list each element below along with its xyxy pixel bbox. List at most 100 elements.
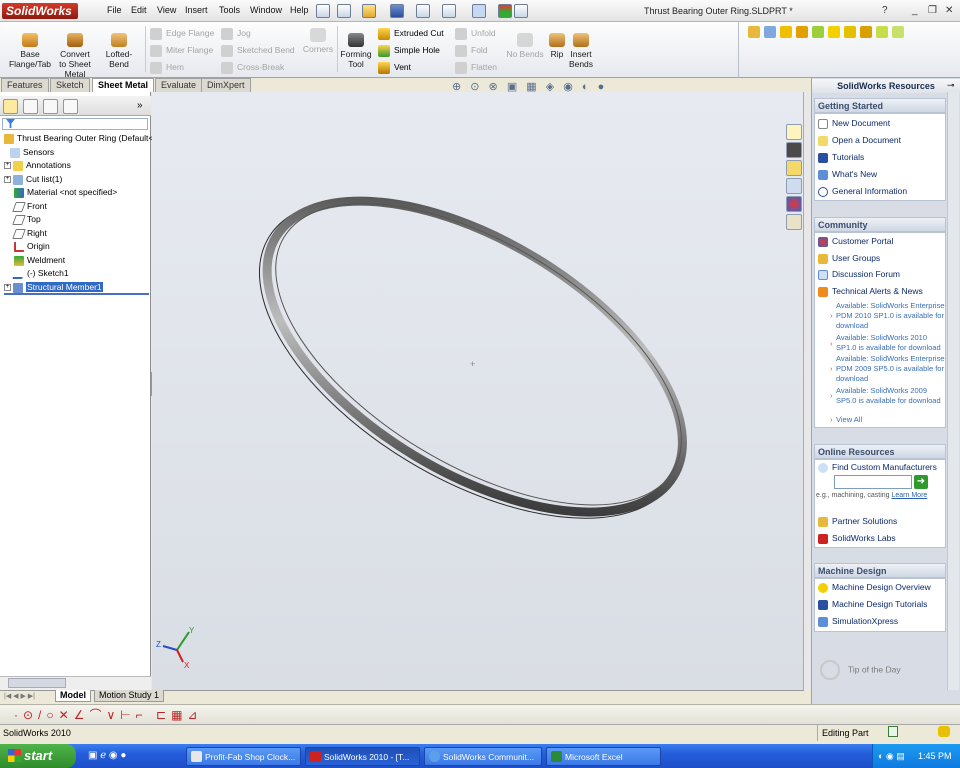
scroll-thumb[interactable] <box>8 678 66 688</box>
menu-edit[interactable]: Edit <box>131 5 147 15</box>
menu-view[interactable]: View <box>157 5 176 15</box>
dimxpert-manager-icon[interactable] <box>63 99 78 114</box>
toolbar-icon[interactable] <box>780 26 792 38</box>
toolbar-icon[interactable] <box>860 26 872 38</box>
tree-item-origin[interactable]: Origin <box>14 241 50 252</box>
rip-button[interactable]: Rip <box>547 33 567 59</box>
menu-window[interactable]: Window <box>250 5 282 15</box>
solidworks-labs-link[interactable]: SolidWorks Labs <box>818 533 896 544</box>
news-item[interactable]: Available: SolidWorks Enterprise PDM 201… <box>836 301 946 331</box>
tree-item-top[interactable]: Top <box>12 214 41 225</box>
learn-more-link[interactable]: Learn More <box>892 492 928 499</box>
tab-sheet-metal[interactable]: Sheet Metal <box>92 78 155 92</box>
insert-bends-button[interactable]: Insert Bends <box>568 33 594 69</box>
expand-panel-icon[interactable]: » <box>137 100 143 111</box>
rebuild-status-icon[interactable] <box>938 726 950 737</box>
tab-model[interactable]: Model <box>55 690 91 702</box>
view-all-link[interactable]: View All <box>836 415 946 425</box>
design-library-icon[interactable] <box>786 142 802 158</box>
menu-tools[interactable]: Tools <box>219 5 240 15</box>
toolbar-icon[interactable] <box>796 26 808 38</box>
online-resources-header[interactable]: Online Resources <box>814 444 946 459</box>
convert-sheet-metal-button[interactable]: Convert to Sheet Metal <box>56 33 94 79</box>
corners-button[interactable]: Corners <box>300 28 336 54</box>
toolbar-icon[interactable] <box>748 26 760 38</box>
hem-button[interactable]: Hem <box>150 61 184 74</box>
tab-evaluate[interactable]: Evaluate <box>155 78 203 92</box>
machine-design-header[interactable]: Machine Design <box>814 563 946 578</box>
menu-help[interactable]: Help <box>290 5 309 15</box>
miter-flange-button[interactable]: Miter Flange <box>150 44 213 57</box>
simulationxpress-link[interactable]: SimulationXpress <box>818 616 898 627</box>
clock[interactable]: 1:45 PM <box>918 751 952 761</box>
solidworks-logo[interactable]: SolidWorks <box>2 3 78 19</box>
tree-item-structural-member[interactable]: + Structural Member1 <box>4 282 149 295</box>
open-document-link[interactable]: Open a Document <box>818 135 901 146</box>
manufacturer-search-input[interactable] <box>834 475 912 489</box>
tree-item-annotations[interactable]: + Annotations <box>4 160 71 171</box>
tree-item-right[interactable]: Right <box>12 228 47 239</box>
file-explorer-icon[interactable] <box>786 160 802 176</box>
tree-item-front[interactable]: Front <box>12 201 47 212</box>
tree-item-weldment[interactable]: Weldment <box>14 255 65 266</box>
task-pane-scrollbar[interactable] <box>947 92 959 690</box>
taskbar-button-solidworks[interactable]: SolidWorks 2010 - [T... <box>305 747 420 766</box>
tab-nav-arrows[interactable]: |◀ ◀ ▶ ▶| <box>4 692 35 700</box>
tip-of-the-day[interactable]: Tip of the Day <box>820 660 940 690</box>
custom-properties-icon[interactable] <box>786 214 802 230</box>
cross-break-button[interactable]: Cross-Break <box>221 61 284 74</box>
partner-solutions-link[interactable]: Partner Solutions <box>818 516 897 527</box>
taskbar-button-community[interactable]: SolidWorks Communit... <box>424 747 542 766</box>
rebuild-icon[interactable] <box>498 4 512 18</box>
forming-tool-button[interactable]: Forming Tool <box>339 33 373 69</box>
general-information-link[interactable]: General Information <box>818 186 907 197</box>
unfold-button[interactable]: Unfold <box>455 27 496 40</box>
toolbar-icon[interactable] <box>876 26 888 38</box>
community-header[interactable]: Community <box>814 217 946 232</box>
tray-icons[interactable]: ◐ ◉ ▤ <box>878 751 905 762</box>
tab-sketch[interactable]: Sketch <box>50 78 90 92</box>
appearances-icon[interactable] <box>786 196 802 212</box>
help-icon[interactable]: ? <box>882 5 888 16</box>
simple-hole-button[interactable]: Simple Hole <box>378 44 440 57</box>
new-document-icon[interactable] <box>337 4 351 18</box>
resources-home-icon[interactable] <box>786 124 802 140</box>
quick-launch[interactable]: ▣ ℯ ◉ ● <box>88 750 168 764</box>
news-item[interactable]: Available: SolidWorks 2010 SP1.0 is avai… <box>836 333 946 353</box>
sketched-bend-button[interactable]: Sketched Bend <box>221 44 295 57</box>
property-manager-icon[interactable] <box>23 99 38 114</box>
pin-icon[interactable]: ⊸ <box>947 80 955 91</box>
jog-button[interactable]: Jog <box>221 27 251 40</box>
news-item[interactable]: Available: SolidWorks Enterprise PDM 200… <box>836 354 946 384</box>
toolbar-icon[interactable] <box>892 26 904 38</box>
discussion-forum-link[interactable]: Discussion Forum <box>818 269 900 280</box>
tree-item-material[interactable]: Material <not specified> <box>14 187 117 198</box>
help-status-icon[interactable] <box>888 726 898 737</box>
fold-button[interactable]: Fold <box>455 44 488 57</box>
extruded-cut-button[interactable]: Extruded Cut <box>378 27 444 40</box>
select-arrow-icon[interactable] <box>472 4 486 18</box>
technical-alerts-link[interactable]: Technical Alerts & News <box>818 286 923 297</box>
base-flange-button[interactable]: Base Flange/Tab <box>6 33 54 69</box>
toolbar-icon[interactable] <box>812 26 824 38</box>
save-icon[interactable] <box>390 4 404 18</box>
vent-button[interactable]: Vent <box>378 61 411 74</box>
taskbar-button-excel[interactable]: Microsoft Excel <box>546 747 661 766</box>
thrust-bearing-ring-model[interactable]: + <box>152 92 803 690</box>
pin-icon[interactable] <box>316 4 330 18</box>
sketch-tools[interactable]: ·⊙/○✕∠⌒∨⊢⌐ ⊏▦⊿ <box>14 706 202 723</box>
toolbar-icon[interactable] <box>844 26 856 38</box>
undo-icon[interactable] <box>442 4 456 18</box>
menu-insert[interactable]: Insert <box>185 5 208 15</box>
restore-button[interactable]: ❐ <box>928 5 937 16</box>
menu-file[interactable]: File <box>107 5 122 15</box>
user-groups-link[interactable]: User Groups <box>818 253 880 264</box>
tab-dimxpert[interactable]: DimXpert <box>201 78 251 92</box>
tutorials-link[interactable]: Tutorials <box>818 152 864 163</box>
news-item[interactable]: Available: SolidWorks 2009 SP5.0 is avai… <box>836 386 946 406</box>
view-palette-icon[interactable] <box>786 178 802 194</box>
toolbar-icon[interactable] <box>828 26 840 38</box>
tab-features[interactable]: Features <box>1 78 49 92</box>
configuration-manager-icon[interactable] <box>43 99 58 114</box>
edge-flange-button[interactable]: Edge Flange <box>150 27 214 40</box>
